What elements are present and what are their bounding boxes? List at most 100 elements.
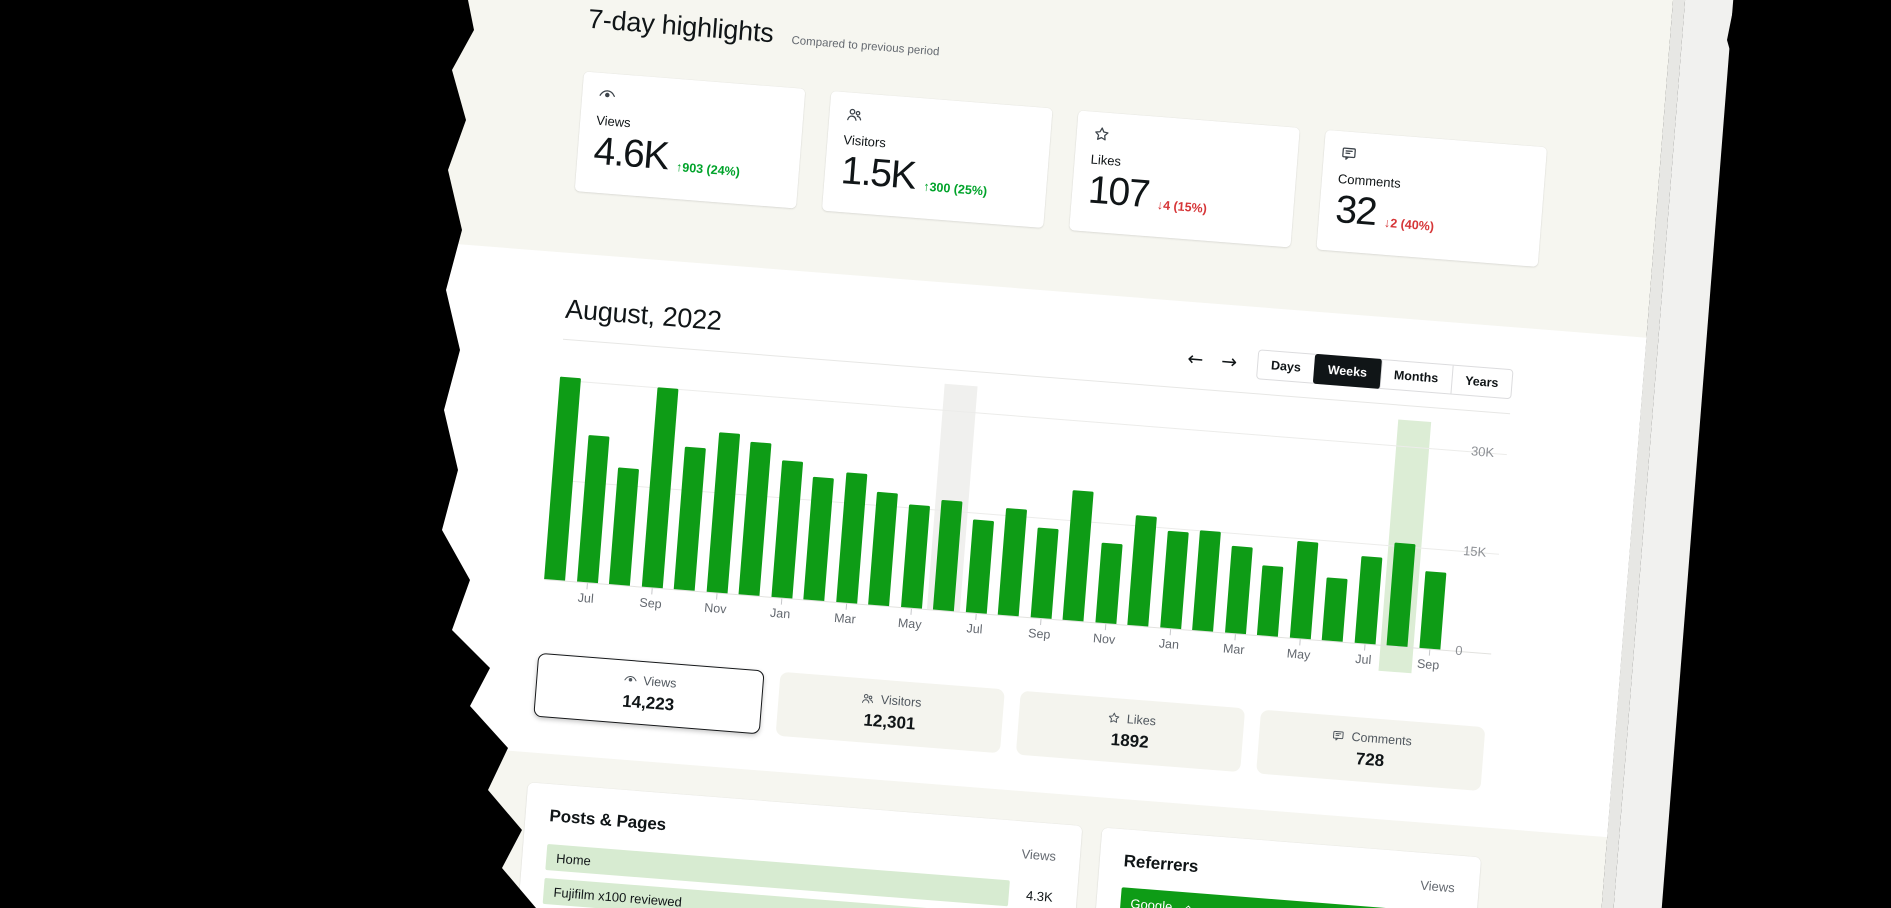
chart-bar-23[interactable] <box>1257 565 1283 636</box>
page-title: 7-day highlights <box>587 4 775 48</box>
chart-bar-17[interactable] <box>1063 490 1094 621</box>
summary-tab-visitors[interactable]: Visitors12,301 <box>776 672 1005 753</box>
highlight-card-comments: Comments32↓2 (40%) <box>1316 130 1547 267</box>
posts-row-value: 4.3K <box>1026 887 1054 904</box>
chart-bar-15[interactable] <box>998 508 1027 616</box>
x-axis-tick <box>1169 629 1170 635</box>
x-axis-label: Mar <box>829 611 860 627</box>
chart-bar-20[interactable] <box>1160 531 1189 629</box>
chart-bar-9[interactable] <box>803 477 834 601</box>
x-axis-label: May <box>1283 646 1314 662</box>
posts-pages-card: Posts & Pages Views Home4.3KFujifilm x10… <box>505 782 1083 908</box>
period-title: August, 2022 <box>564 293 723 337</box>
chart-bar-26[interactable] <box>1354 556 1382 644</box>
referrer-row-bar[interactable]: Google <box>1119 887 1395 908</box>
x-axis-tick <box>651 588 652 594</box>
chart-bar-1[interactable] <box>544 377 581 581</box>
chart-bar-21[interactable] <box>1192 530 1221 631</box>
chart-bar-19[interactable] <box>1127 515 1157 626</box>
granularity-tabs: DaysWeeksMonthsYears <box>1256 349 1514 399</box>
summary-tab-comments[interactable]: Comments728 <box>1256 710 1485 791</box>
summary-tab-label: Views <box>643 674 677 691</box>
summary-tab-label: Visitors <box>880 692 922 709</box>
x-axis-label: Nov <box>1089 631 1120 647</box>
x-axis-tick <box>1040 619 1041 625</box>
tab-weeks[interactable]: Weeks <box>1313 354 1384 389</box>
chart-bar-25[interactable] <box>1322 577 1348 641</box>
highlight-card-value: 4.6K <box>592 132 669 178</box>
chart-bar-5[interactable] <box>674 447 706 591</box>
x-axis-tick <box>1104 624 1105 630</box>
tab-months[interactable]: Months <box>1380 360 1453 394</box>
chart-bar-8[interactable] <box>771 460 803 598</box>
chart-bar-22[interactable] <box>1225 546 1253 634</box>
x-axis-label: Jul <box>1348 651 1379 667</box>
highlight-card-value: 32 <box>1334 190 1377 233</box>
highlight-card-delta: ↑300 (25%) <box>923 180 988 199</box>
posts-pages-title: Posts & Pages <box>549 806 667 835</box>
chart-bar-12[interactable] <box>901 504 930 608</box>
summary-tab-views[interactable]: Views14,223 <box>533 653 764 735</box>
eye-icon <box>598 86 789 119</box>
next-period-button[interactable]: → <box>1216 350 1242 375</box>
x-axis-tick <box>910 609 911 615</box>
x-axis-label: Jul <box>570 590 601 606</box>
x-axis-label: Nov <box>700 600 731 616</box>
summary-tab-label: Comments <box>1351 729 1412 748</box>
x-axis-label: Sep <box>635 595 666 611</box>
chart-bar-6[interactable] <box>706 432 739 593</box>
y-axis-label: 0 <box>1455 643 1463 659</box>
x-axis-label: Sep <box>1413 656 1444 672</box>
x-axis-tick <box>716 593 717 599</box>
summary-tab-label: Likes <box>1126 712 1156 728</box>
views-bar-chart: 30K15K0JulSepNovJanMarMayJulSepNovJanMar… <box>541 354 1509 698</box>
tab-days[interactable]: Days <box>1257 350 1316 382</box>
highlight-card-likes: Likes107↓4 (15%) <box>1069 110 1300 247</box>
chart-bar-18[interactable] <box>1095 543 1122 624</box>
chart-bar-10[interactable] <box>836 472 867 603</box>
x-axis-tick <box>975 614 976 620</box>
x-axis-label: May <box>894 616 925 632</box>
chart-bar-14[interactable] <box>965 519 993 613</box>
x-axis-tick <box>1299 639 1300 645</box>
x-axis-tick <box>1234 634 1235 640</box>
prev-period-button[interactable]: ← <box>1183 347 1209 372</box>
traffic-section-inner: August, 2022 ← → DaysWeeksMonthsYears 30… <box>533 293 1513 791</box>
summary-tab-value: 728 <box>1355 749 1385 771</box>
star-icon <box>1092 125 1283 158</box>
x-axis-tick <box>780 599 781 605</box>
x-axis-label: Jan <box>1153 636 1184 652</box>
chart-bar-7[interactable] <box>739 442 772 596</box>
x-axis-tick <box>1364 644 1365 650</box>
comment-icon <box>1331 728 1346 743</box>
highlights-section: 7-day highlights Compared to previous pe… <box>575 0 1563 267</box>
chart-controls: ← → DaysWeeksMonthsYears <box>1182 343 1513 399</box>
x-axis-label: Sep <box>1024 626 1055 642</box>
x-axis-label: Jan <box>765 605 796 621</box>
chart-bar-16[interactable] <box>1030 527 1058 618</box>
star-icon <box>1106 710 1121 725</box>
summary-tab-value: 12,301 <box>863 710 916 734</box>
summary-tab-likes[interactable]: Likes1892 <box>1016 691 1245 772</box>
page-tilt-wrapper: 7-day highlights Compared to previous pe… <box>326 0 1736 908</box>
x-axis-tick <box>1428 650 1429 656</box>
highlight-card-delta: ↓4 (15%) <box>1156 198 1207 216</box>
highlight-card-visitors: Visitors1.5K↑300 (25%) <box>822 91 1053 228</box>
page-subtitle: Compared to previous period <box>791 35 940 59</box>
chart-bar-11[interactable] <box>868 492 898 606</box>
people-icon <box>845 105 1036 138</box>
x-axis-tick <box>845 604 846 610</box>
chart-bar-2[interactable] <box>577 435 609 583</box>
chart-bar-24[interactable] <box>1289 541 1318 639</box>
highlight-card-value: 1.5K <box>839 151 916 197</box>
referrers-card: Referrers Views Google6.2K <box>1079 828 1481 908</box>
y-axis-label: 30K <box>1470 443 1494 460</box>
summary-tab-value: 14,223 <box>622 691 675 715</box>
screenshot-stage: 7-day highlights Compared to previous pe… <box>0 0 1891 908</box>
x-axis-label: Jul <box>959 621 990 637</box>
tab-years[interactable]: Years <box>1451 366 1512 399</box>
people-icon <box>860 691 875 706</box>
x-axis-tick <box>586 583 587 589</box>
stats-page: 7-day highlights Compared to previous pe… <box>326 0 1676 908</box>
chart-bar-28[interactable] <box>1419 571 1446 649</box>
